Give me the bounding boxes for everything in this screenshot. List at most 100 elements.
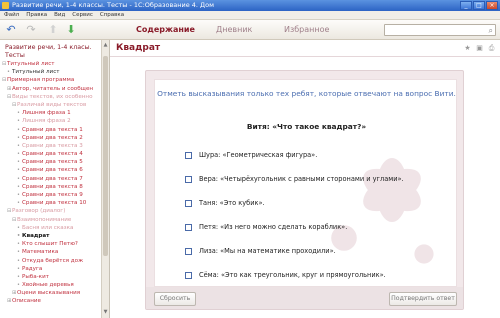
confirm-answer-button[interactable]: Подтвердить ответ — [389, 292, 457, 306]
sidebar-item-label: Радуга — [22, 265, 43, 272]
sidebar-item-label: Автор, читатель и сообщен — [12, 85, 94, 92]
menu-help[interactable]: Справка — [100, 11, 124, 19]
sidebar-title: Развитие речи, 1-4 класы. Тесты — [5, 44, 92, 59]
window-title: Развитие речи, 1-4 классы. Тесты - 1С:Об… — [12, 1, 215, 9]
sidebar-item-label: Сравни два текста 3 — [22, 142, 83, 149]
sidebar-tree-item[interactable]: • Сравни два текста 10 — [2, 199, 102, 207]
task-button-bar: Сбросить Подтвердить ответ — [146, 287, 463, 309]
sidebar-item-label: Описание — [12, 298, 41, 305]
up-arrow-icon[interactable]: ⬆ — [46, 23, 60, 37]
sidebar-item-label: Примерная программа — [7, 77, 75, 84]
menu-view[interactable]: Вид — [54, 11, 65, 19]
search-input[interactable]: ⌕ — [384, 24, 496, 36]
menu-file[interactable]: Файл — [4, 11, 19, 19]
sidebar-tree-item[interactable]: • Сравни два текста 4 — [2, 150, 102, 158]
sidebar-item-label: Титульный лист — [7, 61, 55, 67]
sidebar-tree-item[interactable]: • Квадрат — [2, 232, 102, 240]
scroll-down-icon[interactable]: ▼ — [102, 309, 109, 316]
sidebar-tree-item[interactable]: • Сравни два текста 2 — [2, 134, 102, 142]
forward-arrow-icon[interactable]: ↷ — [24, 23, 38, 37]
sidebar-tree-item[interactable]: • Хвойные деревья — [2, 281, 102, 289]
answer-option[interactable]: Петя: «Из него можно сделать кораблик». — [185, 222, 347, 232]
sidebar: Развитие речи, 1-4 класы. Тесты ⊟Титульн… — [0, 40, 110, 318]
sidebar-tree-item[interactable]: • Рыба-кит — [2, 273, 102, 281]
page-header: Квадрат ★ ▣ ⎙ — [110, 40, 500, 57]
sidebar-tree-item[interactable]: ⊟Разговор (диалог) — [2, 207, 102, 215]
sidebar-tree-item[interactable]: • Сравни два текста 3 — [2, 142, 102, 150]
sidebar-tree-item[interactable]: ⊟Виды текстов, их особенно — [2, 93, 102, 101]
sidebar-item-label: Виды текстов, их особенно — [12, 93, 93, 100]
sidebar-tree-item[interactable]: • Сравни два текста 5 — [2, 158, 102, 166]
sidebar-tree-item[interactable]: • Сравни два текста 1 — [2, 126, 102, 134]
answer-checkbox[interactable] — [185, 247, 192, 255]
answer-checkbox[interactable] — [185, 223, 192, 231]
search-icon[interactable]: ⌕ — [489, 25, 493, 36]
sidebar-tree-item[interactable]: ⊞Автор, читатель и сообщен — [2, 85, 102, 93]
sidebar-item-label: Басня или сказка — [22, 224, 74, 231]
answer-checkbox[interactable] — [185, 199, 192, 207]
sidebar-tree-item[interactable]: • Математика — [2, 248, 102, 256]
answer-option-label: Вера: «Четырёхугольник с равными сторона… — [199, 175, 404, 183]
sidebar-tree-item[interactable]: • Кто слышит Петю? — [2, 240, 102, 248]
sidebar-item-label: Взаимопонимание — [17, 216, 72, 223]
sidebar-item-label: Сравни два текста 6 — [22, 167, 83, 174]
sidebar-tree-item[interactable]: ⊞Описание — [2, 297, 102, 305]
sidebar-item-label: Квадрат — [22, 232, 50, 239]
sidebar-tree-item[interactable]: • Сравни два текста 9 — [2, 191, 102, 199]
contents-tree: ⊟Титульный лист • Титульный лист ⊟Примерная… — [2, 60, 102, 306]
task-card: Отметь высказывания только тех ребят, ко… — [145, 70, 464, 310]
answer-option[interactable]: Вера: «Четырёхугольник с равными сторона… — [185, 174, 404, 184]
sidebar-tree-item[interactable]: ⊟Титульный лист — [2, 60, 102, 68]
answer-option[interactable]: Таня: «Это кубик». — [185, 198, 265, 208]
sidebar-item-label: Титульный лист — [12, 69, 60, 76]
sidebar-tree-item[interactable]: ⊟Взаимопонимание — [2, 216, 102, 224]
sidebar-tree-item[interactable]: • Лишняя фраза 2 — [2, 117, 102, 125]
menu-service[interactable]: Сервис — [72, 11, 93, 19]
sidebar-tree-item[interactable]: • Лишняя фраза 1 — [2, 109, 102, 117]
down-arrow-icon[interactable]: ⬇ — [64, 23, 78, 37]
sidebar-tree-item[interactable]: • Сравни два текста 7 — [2, 175, 102, 183]
sidebar-tree-item[interactable]: • Сравни два текста 8 — [2, 183, 102, 191]
sidebar-tree-item[interactable]: ⊞Оцени высказывания — [2, 289, 102, 297]
minimize-button[interactable]: _ — [460, 1, 472, 10]
page-title: Квадрат — [116, 43, 161, 53]
reset-button[interactable]: Сбросить — [154, 292, 196, 306]
print-icon[interactable]: ⎙ — [487, 44, 496, 53]
sidebar-tree-item[interactable]: • Радуга — [2, 265, 102, 273]
sidebar-tree-item[interactable]: • Титульный лист — [2, 68, 102, 76]
sidebar-item-label: Рыба-кит — [22, 273, 49, 280]
task-question: Витя: «Что такое квадрат?» — [246, 122, 367, 131]
close-button[interactable]: × — [486, 1, 498, 10]
answer-option[interactable]: Шура: «Геометрическая фигура». — [185, 150, 317, 160]
answer-checkbox[interactable] — [185, 271, 192, 279]
sidebar-item-label: Сравни два текста 1 — [22, 126, 83, 133]
app-icon — [2, 2, 9, 9]
maximize-button[interactable]: □ — [473, 1, 485, 10]
sidebar-item-label: Разговор (диалог) — [12, 208, 66, 215]
scroll-up-icon[interactable]: ▲ — [102, 42, 109, 49]
tab-contents[interactable]: Содержание — [136, 25, 195, 34]
tab-diary[interactable]: Дневник — [216, 25, 252, 34]
answer-checkbox[interactable] — [185, 151, 192, 159]
answer-option[interactable]: Сёма: «Это как треугольник, круг и прямо… — [185, 270, 386, 280]
sidebar-tree-item[interactable]: ⊟Различай виды текстов — [2, 101, 102, 109]
answer-checkbox[interactable] — [185, 175, 192, 183]
sidebar-item-label: Кто слышит Петю? — [22, 241, 78, 248]
sidebar-tree-item[interactable]: • Откуда берётся дож — [2, 257, 102, 265]
star-icon[interactable]: ★ — [463, 44, 472, 53]
answer-option[interactable]: Лиза: «Мы на математике проходили». — [185, 246, 336, 256]
sidebar-scrollbar[interactable]: ▲ ▼ — [101, 40, 109, 318]
sidebar-item-label: Математика — [22, 249, 59, 256]
sidebar-item-label: Сравни два текста 4 — [22, 151, 83, 158]
tab-favorites[interactable]: Избранное — [284, 25, 329, 34]
sidebar-item-label: Лишняя фраза 2 — [22, 118, 71, 125]
sidebar-tree-item[interactable]: • Сравни два текста 6 — [2, 166, 102, 174]
scrollbar-thumb[interactable] — [103, 56, 108, 256]
back-arrow-icon[interactable]: ↶ — [4, 23, 18, 37]
sidebar-tree-item[interactable]: • Басня или сказка — [2, 224, 102, 232]
save-icon[interactable]: ▣ — [475, 44, 484, 53]
menu-edit[interactable]: Правка — [26, 11, 47, 19]
sidebar-item-label: Оцени высказывания — [17, 290, 81, 297]
sidebar-tree-item[interactable]: ⊟Примерная программа — [2, 76, 102, 84]
content-area: Квадрат ★ ▣ ⎙ Отметь высказывания только… — [110, 40, 500, 318]
